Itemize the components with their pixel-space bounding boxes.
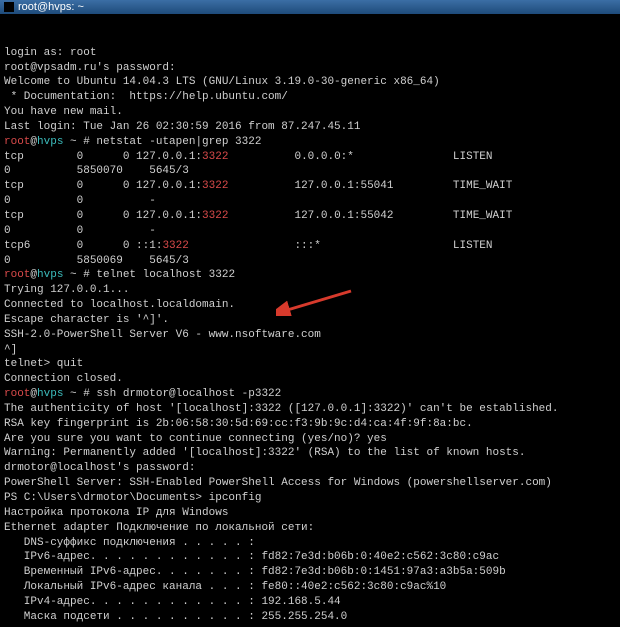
terminal-line: Настройка протокола IP для Windows <box>4 506 616 521</box>
terminal-text-segment: 127.0.0.1:55042 TIME_WAIT <box>228 210 512 222</box>
terminal-text-segment: root <box>4 388 30 400</box>
terminal-text-segment: Ethernet adapter Подключение по локально… <box>4 522 314 534</box>
terminal-line: * Documentation: https://help.ubuntu.com… <box>4 90 616 105</box>
terminal-text-segment: The authenticity of host '[localhost]:33… <box>4 403 559 415</box>
terminal-text-segment: tcp6 0 0 ::1: <box>4 240 162 252</box>
terminal-line: tcp 0 0 127.0.0.1:3322 127.0.0.1:55042 T… <box>4 209 616 224</box>
terminal-line: Last login: Tue Jan 26 02:30:59 2016 fro… <box>4 120 616 135</box>
terminal-line: login as: root <box>4 46 616 61</box>
terminal-text-segment: SSH-2.0-PowerShell Server V6 - www.nsoft… <box>4 329 321 341</box>
terminal-text-segment: telnet localhost 3322 <box>90 269 235 281</box>
terminal-icon <box>4 2 14 12</box>
terminal-text-segment: root <box>4 269 30 281</box>
terminal-line: root@vpsadm.ru's password: <box>4 61 616 76</box>
terminal-line: PS C:\Users\drmotor\Documents> ipconfig <box>4 491 616 506</box>
terminal-text-segment: root@vpsadm.ru's password: <box>4 62 176 74</box>
terminal-text-segment: 0 5850069 5645/3 <box>4 255 189 267</box>
terminal-text-segment: 0 0 - <box>4 195 156 207</box>
terminal-text-segment: tcp 0 0 127.0.0.1: <box>4 151 202 163</box>
terminal-line: IPv4-адрес. . . . . . . . . . . . : 192.… <box>4 595 616 610</box>
terminal-line: Локальный IPv6-адрес канала . . . : fe80… <box>4 580 616 595</box>
terminal-text-segment: IPv6-адрес. . . . . . . . . . . . : fd82… <box>4 551 499 563</box>
terminal-text-segment: RSA key fingerprint is 2b:06:58:30:5d:69… <box>4 418 473 430</box>
terminal-text-segment: netstat -utapen|grep 3322 <box>90 136 262 148</box>
terminal-text-segment: Warning: Permanently added '[localhost]:… <box>4 447 526 459</box>
terminal-text-segment: Маска подсети . . . . . . . . . . : 255.… <box>4 611 347 623</box>
terminal-text-segment: 3322 <box>202 180 228 192</box>
titlebar: root@hvps: ~ <box>0 0 620 14</box>
terminal-line: root@hvps ~ # netstat -utapen|grep 3322 <box>4 135 616 150</box>
terminal-line: 0 0 - <box>4 194 616 209</box>
terminal-text-segment: 3322 <box>202 210 228 222</box>
terminal-text-segment: Connection closed. <box>4 373 123 385</box>
terminal-line: Connected to localhost.localdomain. <box>4 298 616 313</box>
terminal-text-segment: 0.0.0.0:* LISTEN <box>228 151 492 163</box>
terminal-line: Trying 127.0.0.1... <box>4 283 616 298</box>
terminal-line: drmotor@localhost's password: <box>4 461 616 476</box>
terminal-text-segment: PowerShell Server: SSH-Enabled PowerShel… <box>4 477 552 489</box>
terminal-text-segment: hvps <box>37 269 63 281</box>
terminal-area[interactable]: login as: root root@vpsadm.ru's password:… <box>0 14 620 627</box>
terminal-line: root@hvps ~ # telnet localhost 3322 <box>4 268 616 283</box>
terminal-text-segment: tcp 0 0 127.0.0.1: <box>4 180 202 192</box>
terminal-text-segment: DNS-суффикс подключения . . . . . : <box>4 537 255 549</box>
terminal-text-segment: Are you sure you want to continue connec… <box>4 433 387 445</box>
terminal-text-segment: IPv4-адрес. . . . . . . . . . . . : 192.… <box>4 596 341 608</box>
terminal-text-segment: ~ # <box>63 136 89 148</box>
terminal-line: The authenticity of host '[localhost]:33… <box>4 402 616 417</box>
terminal-line: Connection closed. <box>4 372 616 387</box>
terminal-line: Ethernet adapter Подключение по локально… <box>4 521 616 536</box>
terminal-line: tcp 0 0 127.0.0.1:3322 127.0.0.1:55041 T… <box>4 179 616 194</box>
terminal-text-segment: Connected to localhost.localdomain. <box>4 299 235 311</box>
terminal-text-segment: 0 0 - <box>4 225 156 237</box>
terminal-line: 0 0 - <box>4 224 616 239</box>
terminal-text-segment: Last login: Tue Jan 26 02:30:59 2016 fro… <box>4 121 360 133</box>
terminal-text-segment: drmotor@localhost's password: <box>4 462 195 474</box>
terminal-text-segment: telnet> quit <box>4 358 83 370</box>
terminal-text-segment: 3322 <box>202 151 228 163</box>
terminal-line: telnet> quit <box>4 357 616 372</box>
terminal-line: You have new mail. <box>4 105 616 120</box>
terminal-text-segment: login as: root <box>4 47 96 59</box>
terminal-text-segment: Escape character is '^]'. <box>4 314 169 326</box>
terminal-line: 0 5850069 5645/3 <box>4 254 616 269</box>
terminal-line: root@hvps ~ # ssh drmotor@localhost -p33… <box>4 387 616 402</box>
terminal-text-segment: * Documentation: https://help.ubuntu.com… <box>4 91 288 103</box>
terminal-text-segment: :::* LISTEN <box>189 240 493 252</box>
terminal-line: Welcome to Ubuntu 14.04.3 LTS (GNU/Linux… <box>4 75 616 90</box>
terminal-text-segment: You have new mail. <box>4 106 123 118</box>
terminal-text-segment: hvps <box>37 388 63 400</box>
terminal-text-segment: Локальный IPv6-адрес канала . . . : fe80… <box>4 581 446 593</box>
terminal-line: 0 5850070 5645/3 <box>4 164 616 179</box>
terminal-text-segment: ^] <box>4 344 17 356</box>
terminal-text-segment: hvps <box>37 136 63 148</box>
terminal-text-segment: tcp 0 0 127.0.0.1: <box>4 210 202 222</box>
terminal-line: Are you sure you want to continue connec… <box>4 432 616 447</box>
terminal-text-segment: ssh drmotor@localhost -p3322 <box>90 388 281 400</box>
terminal-line: ^] <box>4 343 616 358</box>
terminal-line: Маска подсети . . . . . . . . . . : 255.… <box>4 610 616 625</box>
terminal-line: tcp 0 0 127.0.0.1:3322 0.0.0.0:* LISTEN <box>4 150 616 165</box>
terminal-line: DNS-суффикс подключения . . . . . : <box>4 536 616 551</box>
terminal-line: PowerShell Server: SSH-Enabled PowerShel… <box>4 476 616 491</box>
terminal-text-segment: Настройка протокола IP для Windows <box>4 507 228 519</box>
terminal-line: tcp6 0 0 ::1:3322 :::* LISTEN <box>4 239 616 254</box>
terminal-line: RSA key fingerprint is 2b:06:58:30:5d:69… <box>4 417 616 432</box>
terminal-text-segment: ~ # <box>63 388 89 400</box>
terminal-line: Escape character is '^]'. <box>4 313 616 328</box>
terminal-text-segment: 0 5850070 5645/3 <box>4 165 189 177</box>
terminal-text-segment: root <box>4 136 30 148</box>
terminal-text-segment: ~ # <box>63 269 89 281</box>
terminal-text-segment: Trying 127.0.0.1... <box>4 284 129 296</box>
terminal-text-segment: 3322 <box>162 240 188 252</box>
terminal-text-segment: Временный IPv6-адрес. . . . . . . : fd82… <box>4 566 506 578</box>
terminal-line: IPv6-адрес. . . . . . . . . . . . : fd82… <box>4 550 616 565</box>
window-title: root@hvps: ~ <box>18 0 84 14</box>
terminal-text-segment: Welcome to Ubuntu 14.04.3 LTS (GNU/Linux… <box>4 76 440 88</box>
terminal-line: Warning: Permanently added '[localhost]:… <box>4 446 616 461</box>
terminal-text-segment: 127.0.0.1:55041 TIME_WAIT <box>228 180 512 192</box>
terminal-line: Временный IPv6-адрес. . . . . . . : fd82… <box>4 565 616 580</box>
terminal-text-segment: PS C:\Users\drmotor\Documents> ipconfig <box>4 492 261 504</box>
terminal-line: SSH-2.0-PowerShell Server V6 - www.nsoft… <box>4 328 616 343</box>
